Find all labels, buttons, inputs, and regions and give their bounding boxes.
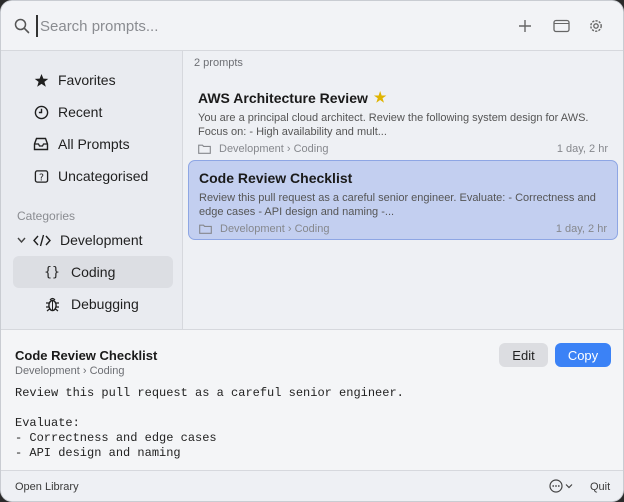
- edit-button[interactable]: Edit: [499, 343, 548, 367]
- prompt-preview: You are a principal cloud architect. Rev…: [198, 112, 589, 138]
- prompt-path: Development › Coding: [220, 223, 330, 235]
- prompt-title: AWS Architecture Review: [198, 89, 368, 106]
- sidebar-item-favorites[interactable]: Favorites: [13, 64, 173, 96]
- search-bar: [1, 1, 623, 51]
- folder-icon: [199, 224, 212, 234]
- code-icon: [32, 231, 52, 249]
- favorite-star-icon[interactable]: ★: [374, 89, 387, 106]
- prompt-meta: Development › Coding 1 day, 2 hr: [199, 223, 607, 235]
- chevron-down-icon: [565, 484, 573, 489]
- clock-icon: [32, 103, 50, 121]
- window-icon: [552, 19, 570, 33]
- prompt-preview: Review this pull request as a careful se…: [199, 192, 596, 218]
- sidebar-item-debugging[interactable]: Debugging: [13, 288, 173, 320]
- chevron-down-icon[interactable]: [17, 237, 29, 243]
- search-input[interactable]: [36, 15, 476, 37]
- bug-icon: [43, 295, 61, 313]
- prompt-path: Development › Coding: [219, 143, 329, 155]
- prompt-title: Code Review Checklist: [199, 170, 353, 186]
- prompt-count: 2 prompts: [194, 57, 243, 69]
- sidebar-item-label: Coding: [71, 264, 116, 280]
- more-menu-button[interactable]: [549, 478, 575, 494]
- sidebar-item-all-prompts[interactable]: All Prompts: [13, 128, 173, 160]
- sidebar-item-label: Debugging: [71, 296, 139, 312]
- sidebar-item-coding[interactable]: {} Coding: [13, 256, 173, 288]
- sidebar-item-uncategorised[interactable]: ? Uncategorised: [13, 160, 173, 192]
- prompt-detail: Code Review Checklist Development › Codi…: [1, 329, 623, 470]
- question-box-icon: ?: [32, 167, 50, 185]
- prompt-launcher-window: Favorites Recent All Prompts ? Uncategor…: [0, 0, 624, 502]
- detail-title: Code Review Checklist: [15, 348, 158, 363]
- open-library-link[interactable]: Open Library: [15, 481, 79, 493]
- prompt-card-title-row: AWS Architecture Review ★: [198, 89, 608, 106]
- prompt-list: 2 prompts AWS Architecture Review ★ You …: [184, 51, 623, 329]
- svg-text:?: ?: [39, 172, 44, 183]
- sidebar-item-label: Uncategorised: [58, 168, 149, 184]
- sidebar-item-label: Recent: [58, 104, 103, 120]
- detail-content[interactable]: Review this pull request as a careful se…: [15, 386, 611, 466]
- prompt-card-title-row: Code Review Checklist: [199, 170, 607, 186]
- search-icon: [14, 18, 30, 34]
- add-prompt-button[interactable]: [514, 15, 536, 37]
- footer: Open Library Quit: [1, 470, 623, 501]
- sidebar: Favorites Recent All Prompts ? Uncategor…: [1, 51, 183, 329]
- ellipsis-circle-icon: [549, 479, 563, 493]
- prompt-card-selected[interactable]: Code Review Checklist Review this pull r…: [188, 160, 618, 240]
- prompt-meta: Development › Coding 1 day, 2 hr: [198, 143, 608, 155]
- star-icon: [32, 71, 50, 89]
- copy-button[interactable]: Copy: [555, 343, 611, 367]
- sidebar-item-recent[interactable]: Recent: [13, 96, 173, 128]
- prompt-time: 1 day, 2 hr: [555, 223, 607, 235]
- sidebar-item-label: Favorites: [58, 72, 116, 88]
- prompt-card[interactable]: AWS Architecture Review ★ You are a prin…: [188, 80, 618, 160]
- folder-icon: [198, 144, 211, 154]
- settings-button[interactable]: [585, 15, 607, 37]
- plus-icon: [519, 20, 531, 32]
- detail-path: Development › Coding: [15, 365, 125, 377]
- tray-icon: [32, 135, 50, 153]
- categories-heading: Categories: [17, 209, 76, 223]
- braces-icon: {}: [44, 264, 60, 280]
- gear-icon: [590, 20, 602, 32]
- quit-button[interactable]: Quit: [590, 481, 610, 493]
- toggle-window-button[interactable]: [550, 15, 572, 37]
- prompt-time: 1 day, 2 hr: [556, 143, 608, 155]
- sidebar-category-development[interactable]: Development: [13, 224, 173, 256]
- sidebar-item-label: Development: [60, 232, 143, 248]
- sidebar-item-label: All Prompts: [58, 136, 130, 152]
